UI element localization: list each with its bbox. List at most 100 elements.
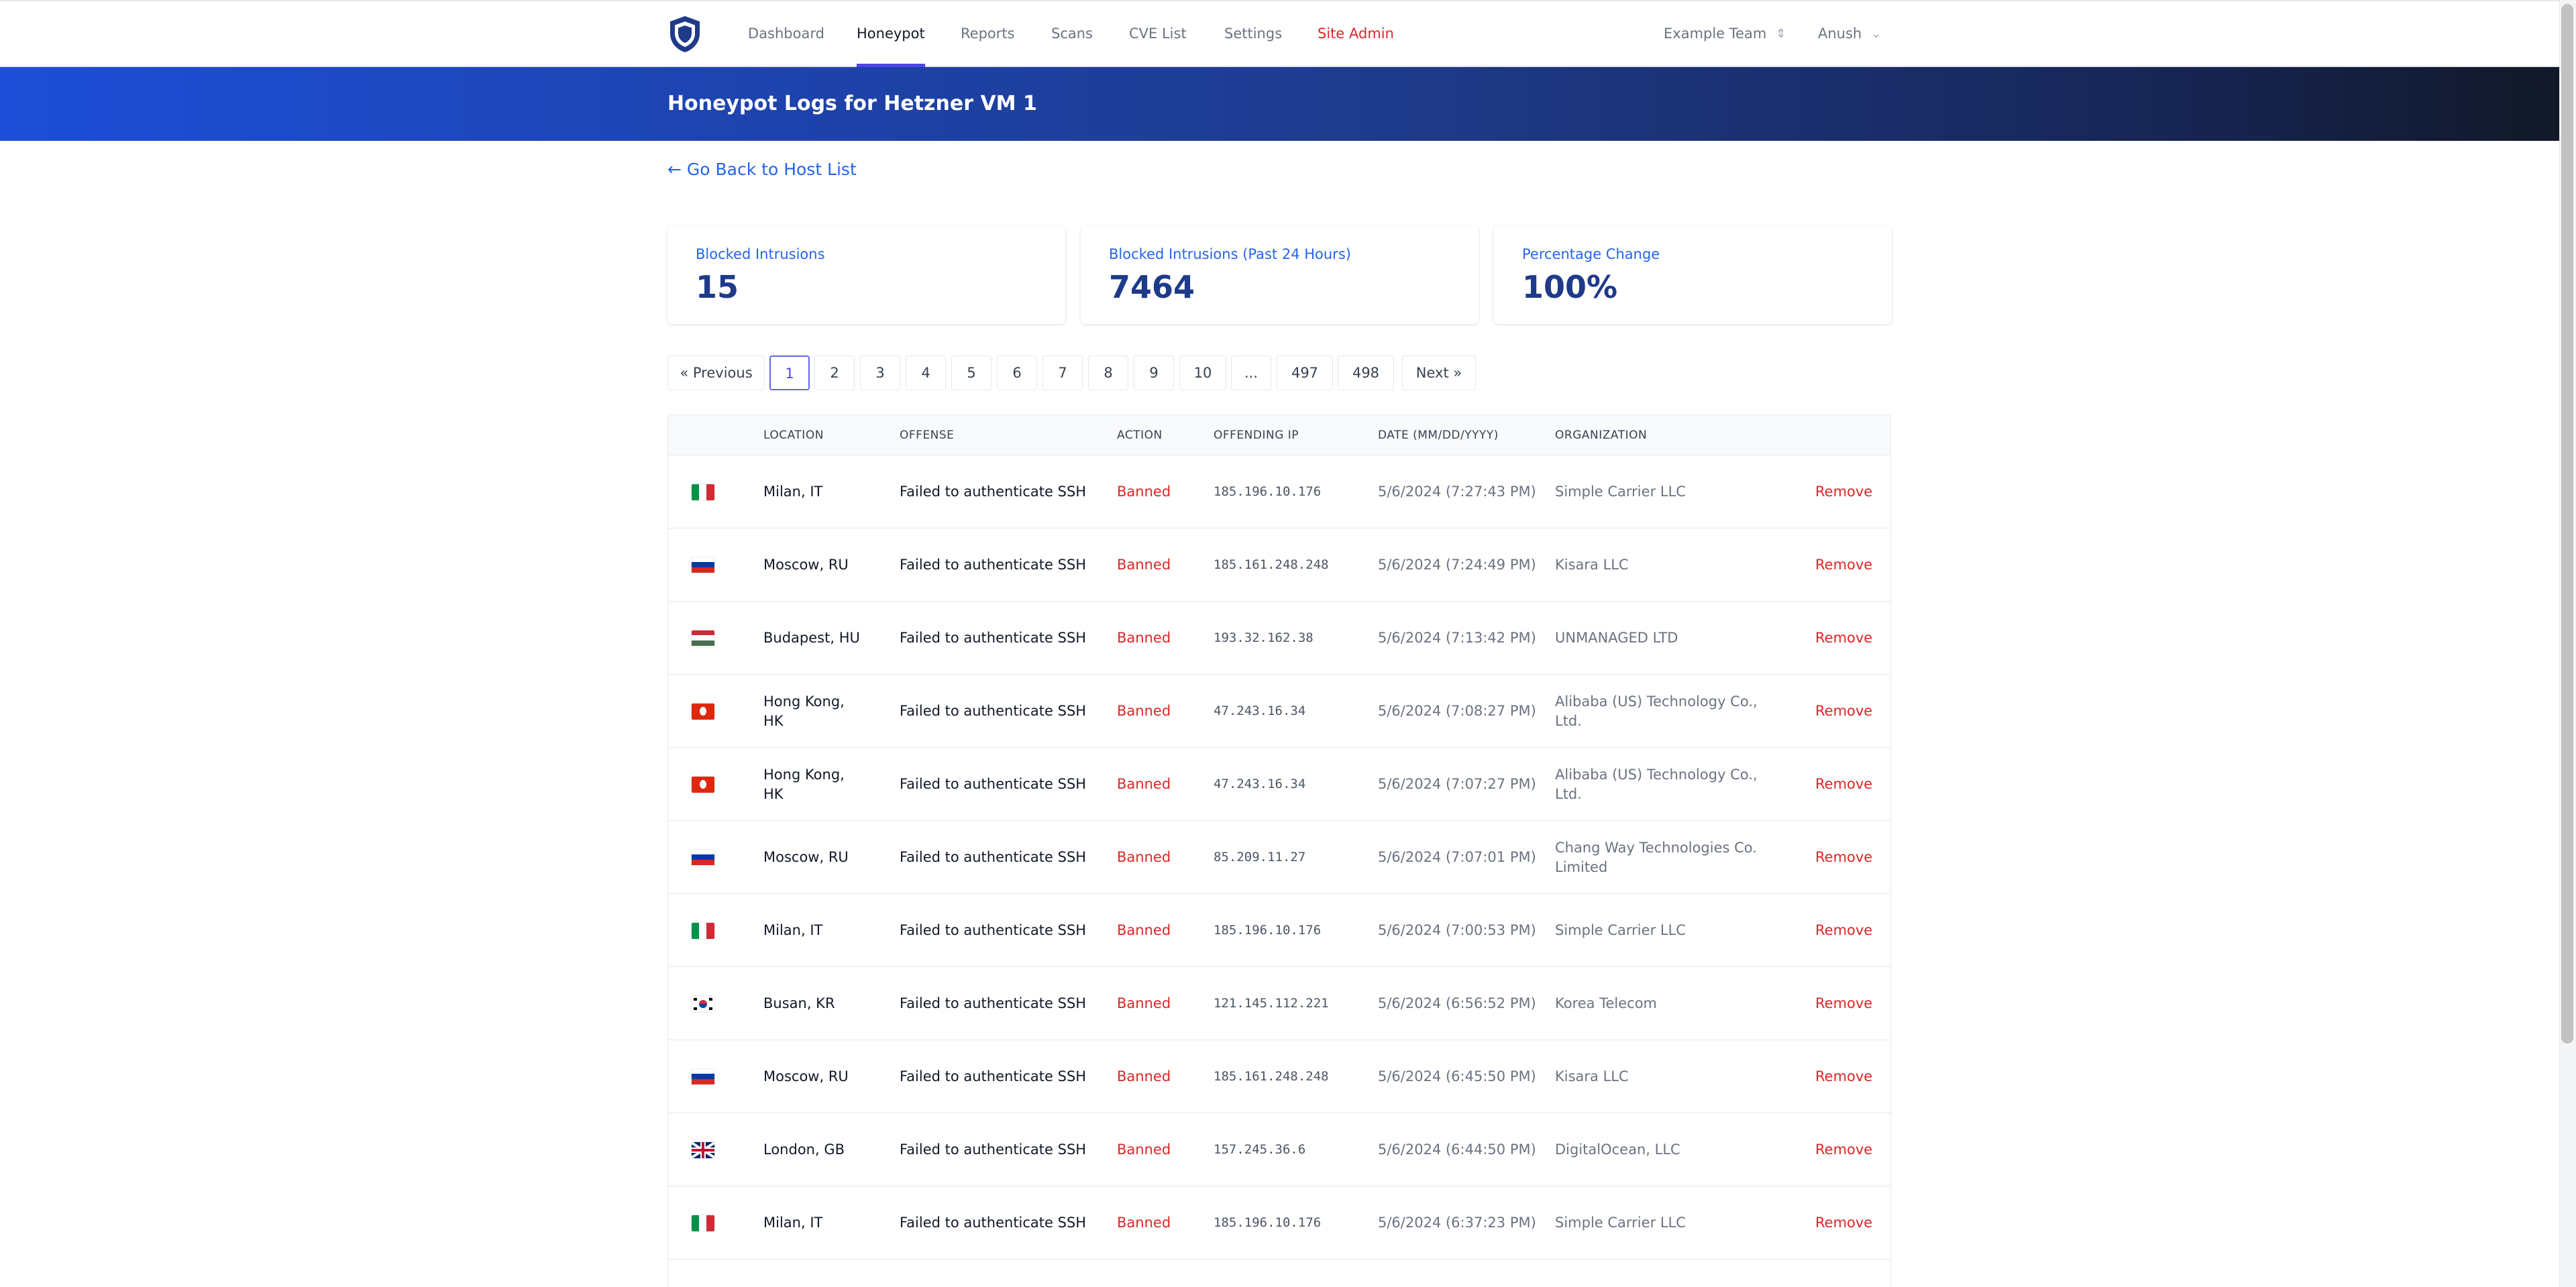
- remove-button[interactable]: Remove: [1815, 602, 1882, 675]
- flag-cell: [692, 821, 718, 894]
- nav-settings[interactable]: Settings: [1224, 1, 1282, 67]
- table-row: Moscow, RU Failed to authenticate SSH Bann…: [668, 528, 1890, 602]
- pagination-page-button[interactable]: 5: [951, 355, 991, 390]
- date-cell: 5/6/2024 (6:45:50 PM): [1378, 1068, 1536, 1084]
- pagination-previous-button[interactable]: « Previous: [667, 355, 765, 390]
- location-cell: Milan, IT: [763, 484, 823, 500]
- offense-cell: Failed to authenticate SSH: [900, 630, 1087, 646]
- back-to-host-list-link[interactable]: ← Go Back to Host List: [667, 160, 857, 179]
- shield-logo-icon[interactable]: [667, 15, 702, 54]
- pagination-page-button[interactable]: 497: [1277, 355, 1333, 390]
- table-row: Moscow, RU Failed to authenticate SSH Bann…: [668, 821, 1890, 894]
- pagination-page-button[interactable]: 498: [1338, 355, 1394, 390]
- table-header: LOCATION OFFENSE ACTION OFFENDING IP DAT…: [668, 415, 1890, 455]
- organization-cell: OOO "Network of data-centers: [1555, 1260, 1776, 1287]
- nav-reports[interactable]: Reports: [961, 1, 1015, 67]
- stat-value: 7464: [1109, 269, 1195, 305]
- remove-button[interactable]: Remove: [1815, 821, 1882, 894]
- nav-honeypot[interactable]: Honeypot: [857, 1, 925, 67]
- column-header-organization: ORGANIZATION: [1555, 429, 1648, 442]
- action-status: Banned: [1117, 922, 1171, 938]
- date-cell: 5/6/2024 (6:37:23 PM): [1378, 1215, 1536, 1231]
- stat-label: Percentage Change: [1522, 246, 1660, 262]
- date-cell: 5/6/2024 (7:07:01 PM): [1378, 849, 1536, 865]
- nav-dashboard[interactable]: Dashboard: [748, 1, 824, 67]
- flag-cell: [692, 602, 718, 675]
- pagination-page-button[interactable]: 10: [1179, 355, 1226, 390]
- flag-cell: [692, 894, 718, 967]
- offending-ip-cell: 157.245.36.6: [1214, 1142, 1306, 1157]
- team-selector-label: Example Team: [1664, 25, 1767, 42]
- offending-ip-cell: 185.196.10.176: [1214, 923, 1322, 938]
- remove-button[interactable]: Remove: [1815, 748, 1882, 821]
- organization-cell: Korea Telecom: [1555, 995, 1657, 1011]
- nav-site-admin[interactable]: Site Admin: [1318, 1, 1394, 67]
- action-status: Banned: [1117, 995, 1171, 1011]
- user-menu[interactable]: Anush ⌄: [1818, 1, 1881, 67]
- organization-cell: Simple Carrier LLC: [1555, 484, 1686, 500]
- pagination-page-button[interactable]: 4: [906, 355, 946, 390]
- stat-label: Blocked Intrusions (Past 24 Hours): [1109, 246, 1351, 262]
- organization-cell: Simple Carrier LLC: [1555, 922, 1686, 938]
- offense-cell: Failed to authenticate SSH: [900, 776, 1087, 792]
- pagination-page-button[interactable]: 3: [860, 355, 900, 390]
- country-flag-icon: [692, 703, 714, 720]
- offense-cell: Failed to authenticate SSH: [900, 1068, 1087, 1084]
- pagination-page-button[interactable]: 7: [1042, 355, 1083, 390]
- location-cell: Moscow, RU: [763, 557, 849, 573]
- offending-ip-cell: 185.196.10.176: [1214, 1215, 1322, 1230]
- flag-cell: [692, 967, 718, 1040]
- offense-cell: [900, 1260, 1101, 1287]
- pagination-page-button[interactable]: 1: [769, 355, 810, 390]
- team-selector[interactable]: Example Team ⇕: [1664, 1, 1786, 67]
- action-status: Banned: [1117, 1215, 1171, 1231]
- country-flag-icon: [692, 484, 714, 500]
- date-cell: 5/6/2024 (6:56:52 PM): [1378, 995, 1536, 1011]
- offending-ip-cell: 185.196.10.176: [1214, 484, 1322, 499]
- offending-ip-cell: 193.32.162.38: [1214, 630, 1313, 645]
- location-cell: Hong Kong, HK: [763, 766, 845, 802]
- remove-button[interactable]: Remove: [1815, 1113, 1882, 1186]
- date-cell: 5/6/2024 (7:00:53 PM): [1378, 922, 1536, 938]
- location-cell: Hong Kong, HK: [763, 693, 845, 729]
- location-cell: Moscow, RU: [763, 1068, 849, 1084]
- pagination-page-button[interactable]: 6: [997, 355, 1037, 390]
- remove-button[interactable]: Remove: [1815, 455, 1882, 528]
- offense-cell: Failed to authenticate SSH: [900, 1141, 1087, 1158]
- scrollbar-thumb[interactable]: [2561, 4, 2573, 1044]
- remove-button[interactable]: Remove: [1815, 894, 1882, 967]
- column-header-action: ACTION: [1117, 429, 1163, 442]
- pagination-next-button[interactable]: Next »: [1402, 355, 1476, 390]
- remove-button[interactable]: Remove: [1815, 1040, 1882, 1113]
- offense-cell: Failed to authenticate SSH: [900, 922, 1087, 938]
- remove-button[interactable]: Remove: [1815, 1186, 1882, 1260]
- country-flag-icon: [692, 1215, 714, 1231]
- pagination-page-button[interactable]: 2: [814, 355, 855, 390]
- chevron-up-down-icon: ⇕: [1776, 27, 1786, 41]
- action-status: Banned: [1117, 703, 1171, 719]
- flag-cell: [692, 748, 718, 821]
- location-cell: Budapest, HU: [763, 630, 860, 646]
- honeypot-logs-table: LOCATION OFFENSE ACTION OFFENDING IP DAT…: [667, 414, 1891, 1287]
- table-row: Hong Kong, HK Failed to authenticate SSH B…: [668, 675, 1890, 748]
- organization-cell: Kisara LLC: [1555, 1068, 1629, 1084]
- nav-scans[interactable]: Scans: [1051, 1, 1093, 67]
- pagination-page-button[interactable]: 9: [1134, 355, 1174, 390]
- remove-button[interactable]: Remove: [1815, 967, 1882, 1040]
- table-row: Milan, IT Failed to authenticate SSH Banne…: [668, 1186, 1890, 1260]
- offending-ip-cell: 185.161.248.248: [1214, 1069, 1329, 1084]
- offending-ip-cell: 85.209.11.27: [1214, 850, 1306, 864]
- organization-cell: Simple Carrier LLC: [1555, 1215, 1686, 1231]
- remove-button[interactable]: Remove: [1815, 528, 1882, 602]
- flag-cell: [692, 675, 718, 748]
- organization-cell: Alibaba (US) Technology Co., Ltd.: [1555, 766, 1758, 802]
- pagination-page-button[interactable]: 8: [1088, 355, 1128, 390]
- nav-cve-list[interactable]: CVE List: [1129, 1, 1187, 67]
- country-flag-icon: [692, 630, 714, 647]
- page-header-banner: Honeypot Logs for Hetzner VM 1: [0, 67, 2559, 141]
- remove-button[interactable]: Remove: [1815, 675, 1882, 748]
- action-status: Banned: [1117, 484, 1171, 500]
- offense-cell: Failed to authenticate SSH: [900, 849, 1087, 865]
- remove-button[interactable]: [1815, 1260, 1882, 1287]
- flag-cell: [692, 455, 718, 528]
